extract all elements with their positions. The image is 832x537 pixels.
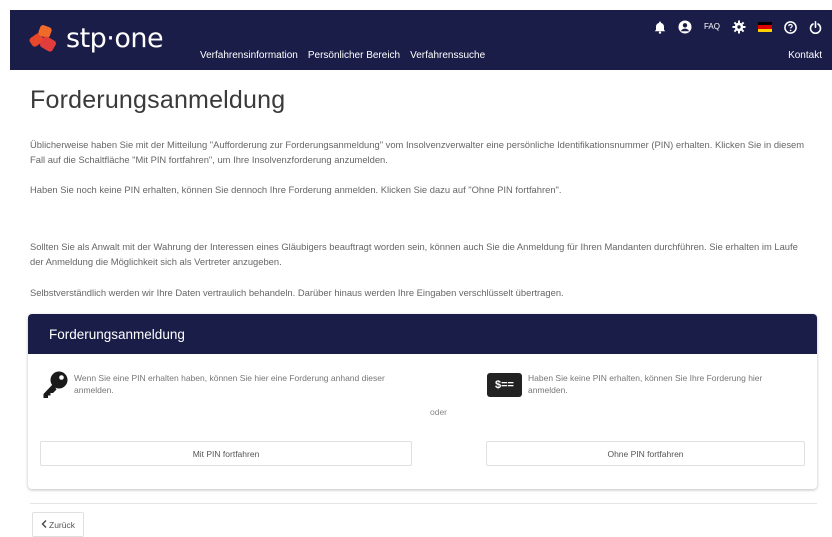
nav-persoenlicher-bereich[interactable]: Persönlicher Bereich	[308, 50, 400, 61]
intro-paragraph-pin: Üblicherweise haben Sie mit der Mitteilu…	[30, 139, 805, 165]
continue-with-pin-button[interactable]: Mit PIN fortfahren	[40, 441, 412, 466]
faq-link[interactable]: FAQ	[704, 20, 720, 34]
key-icon	[40, 370, 70, 405]
card-header: Forderungsanmeldung	[28, 314, 817, 354]
power-icon[interactable]	[809, 20, 822, 34]
without-pin-description: Haben Sie keine PIN erhalten, können Sie…	[528, 373, 763, 395]
stp-one-logo[interactable]: stp·one	[28, 23, 164, 54]
user-icon[interactable]	[678, 20, 692, 34]
top-navigation-bar: stp·one Verfahrensinformation Persönlich…	[10, 10, 832, 70]
nav-verfahrensinformation[interactable]: Verfahrensinformation	[200, 50, 298, 61]
bell-icon[interactable]	[654, 20, 666, 34]
logo-text: stp·one	[66, 23, 164, 54]
chevron-left-icon	[41, 519, 47, 530]
main-navigation: Verfahrensinformation Persönlicher Berei…	[200, 50, 485, 61]
dollar-card-icon: $==	[487, 373, 522, 397]
footer-divider	[30, 503, 817, 504]
continue-without-pin-button[interactable]: Ohne PIN fortfahren	[486, 441, 805, 466]
logo-mark-icon	[28, 24, 60, 53]
back-button[interactable]: Zurück	[32, 512, 84, 537]
claim-registration-card: Forderungsanmeldung Wenn Sie eine PIN er…	[28, 314, 817, 489]
card-title: Forderungsanmeldung	[49, 326, 185, 342]
intro-paragraph-no-pin: Haben Sie noch keine PIN erhalten, könne…	[30, 184, 562, 195]
kontakt-link[interactable]: Kontakt	[788, 50, 822, 61]
or-separator: oder	[430, 407, 448, 417]
header-icon-group: FAQ	[654, 20, 822, 34]
with-pin-description: Wenn Sie eine PIN erhalten haben, können…	[74, 373, 385, 395]
back-button-label: Zurück	[49, 519, 75, 530]
intro-paragraph-lawyer: Sollten Sie als Anwalt mit der Wahrung d…	[30, 241, 798, 267]
intro-paragraph-privacy: Selbstverständlich werden wir Ihre Daten…	[30, 287, 564, 298]
help-icon[interactable]	[784, 20, 797, 34]
german-flag-icon[interactable]	[758, 22, 772, 32]
nav-verfahrenssuche[interactable]: Verfahrenssuche	[410, 50, 485, 61]
page-title: Forderungsanmeldung	[30, 86, 286, 114]
gear-icon[interactable]	[732, 20, 746, 34]
